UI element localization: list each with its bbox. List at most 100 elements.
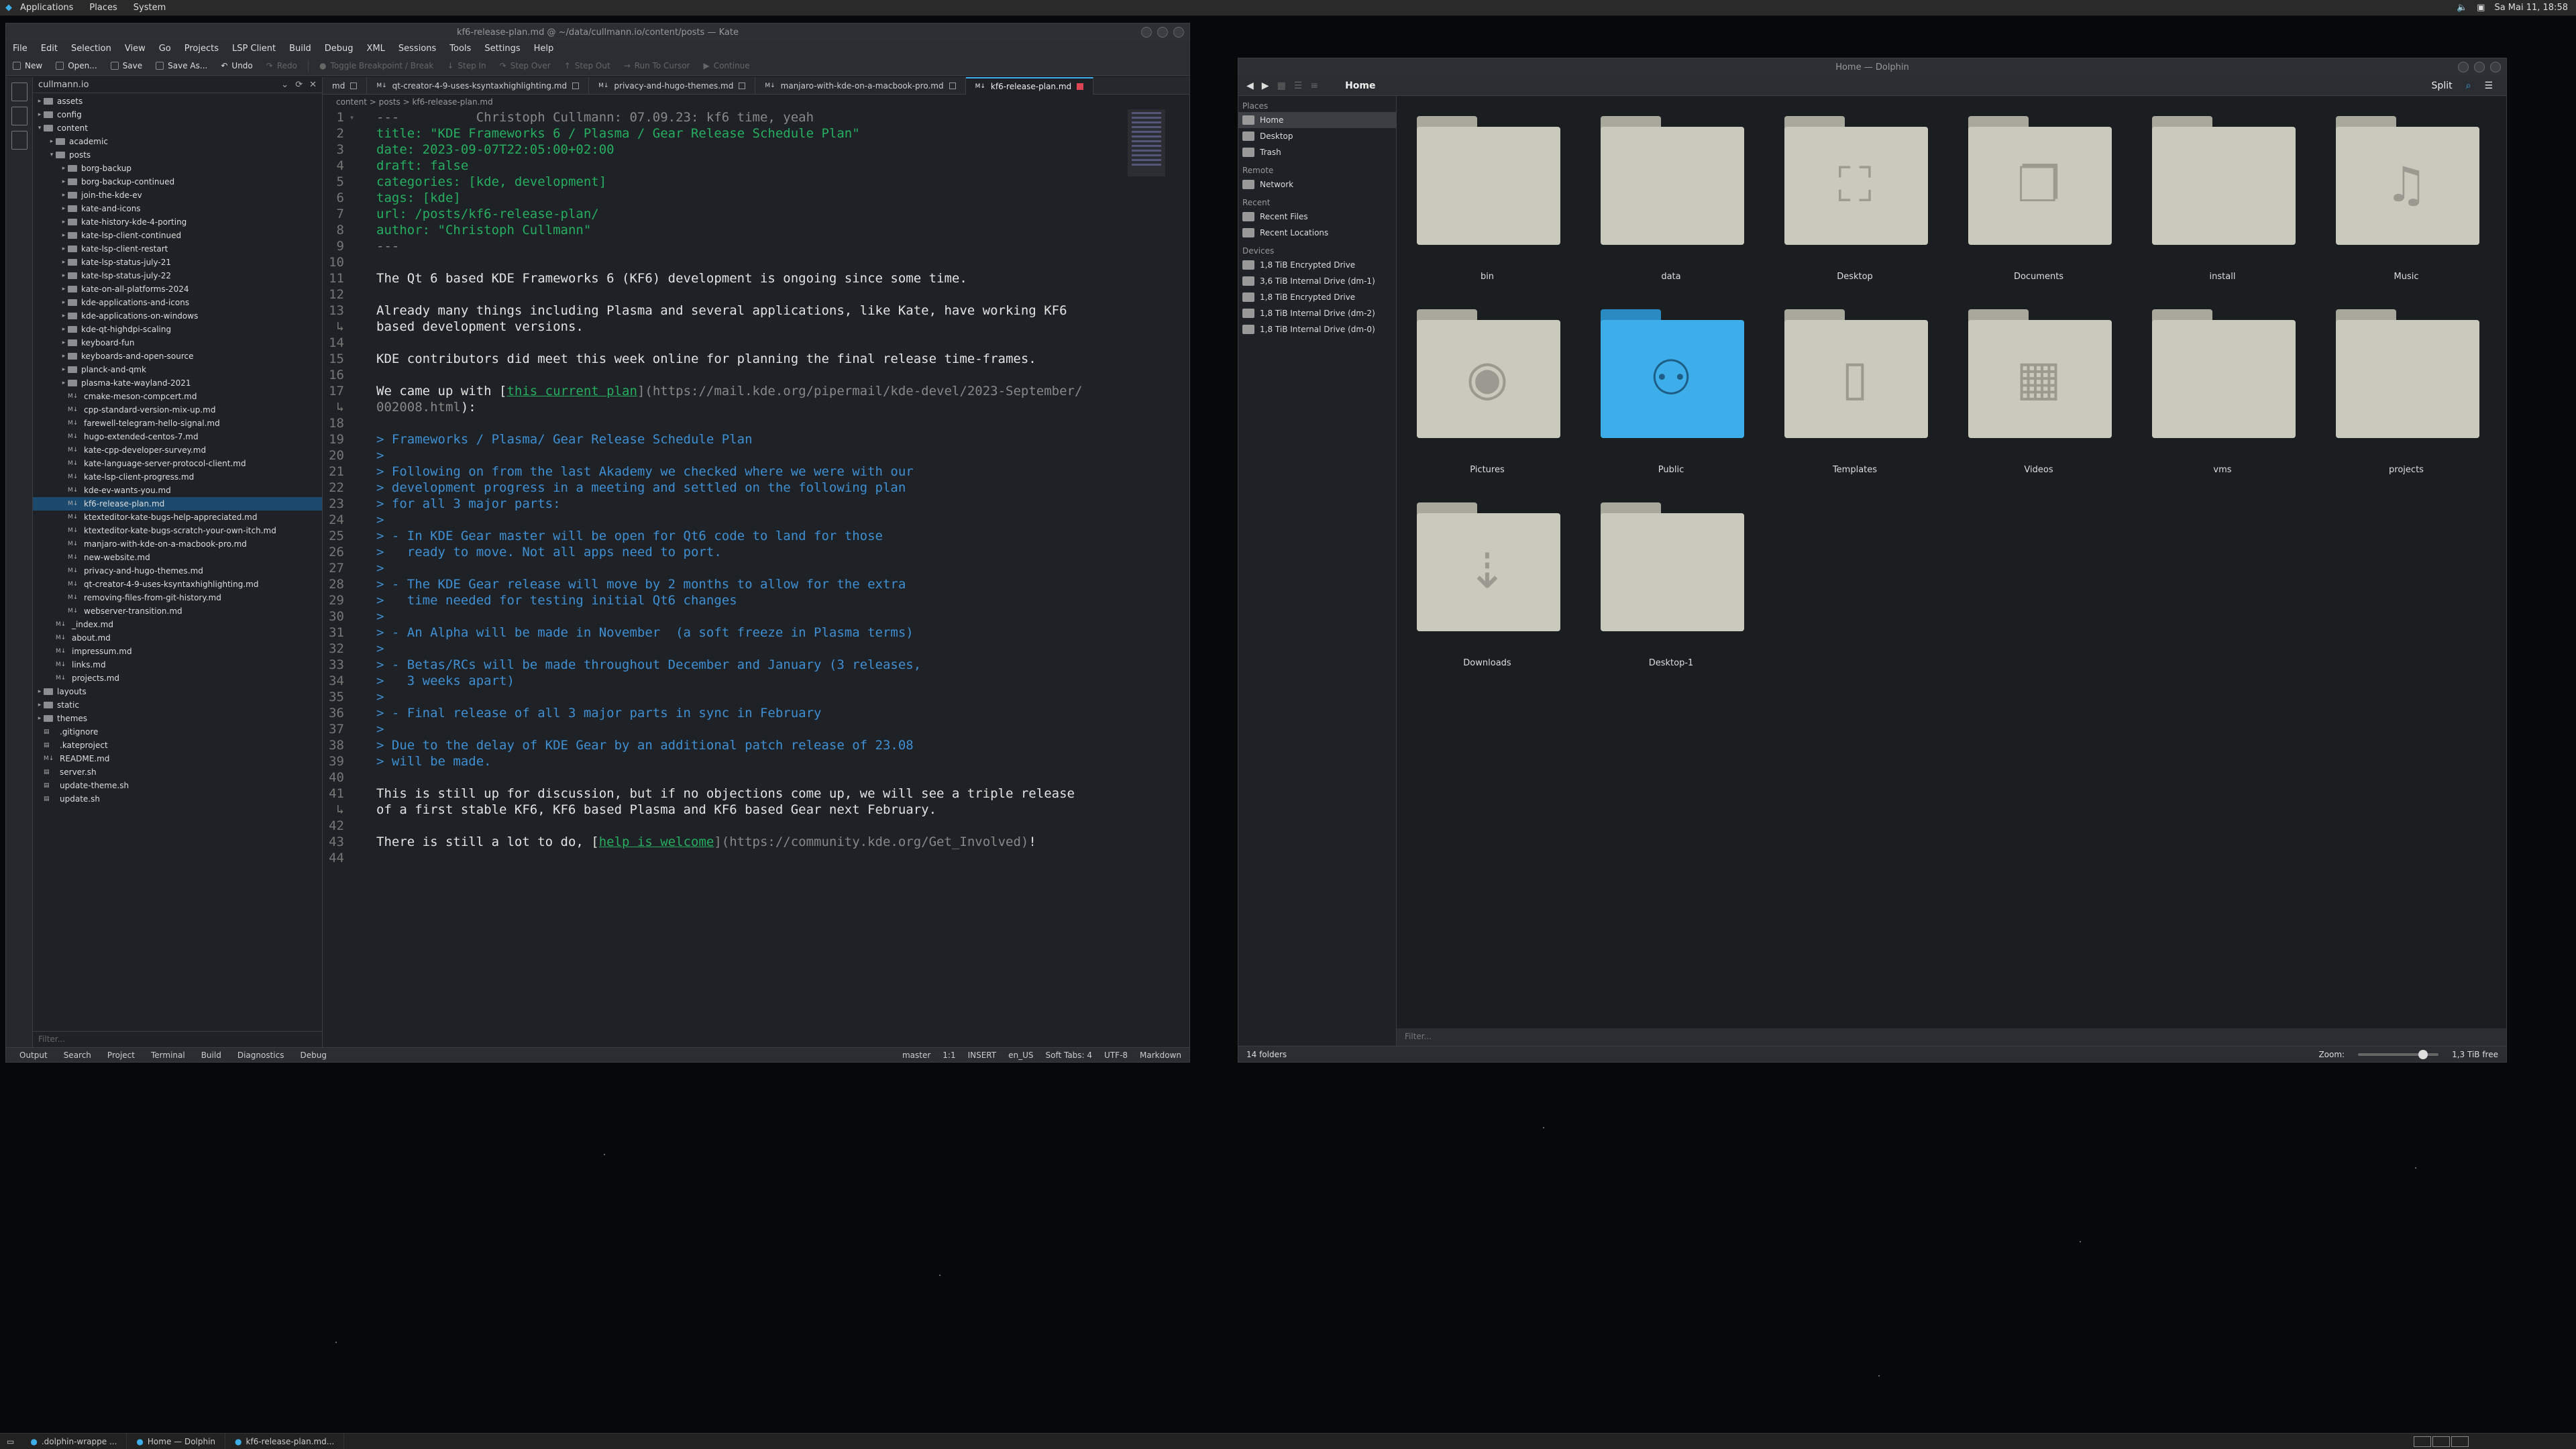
toggle-breakpoint-button[interactable]: ● Toggle Breakpoint / Break (313, 61, 440, 70)
tree-folder-item[interactable]: ▸ kate-on-all-platforms-2024 (33, 282, 322, 296)
tab-close-icon[interactable] (350, 82, 358, 89)
tab-close-icon[interactable] (949, 82, 956, 89)
places-item[interactable]: Desktop (1238, 128, 1396, 144)
tree-file-item[interactable]: M↓ impressum.md (33, 645, 322, 658)
menu-xml[interactable]: XML (360, 44, 392, 54)
menu-view[interactable]: View (118, 44, 152, 54)
redo-button[interactable]: ↷ Redo (260, 61, 304, 70)
git-branch[interactable]: master (902, 1051, 930, 1060)
volume-icon[interactable]: 🔈 (2457, 3, 2467, 13)
code-line[interactable]: 41 This is still up for discussion, but i… (323, 786, 1124, 802)
save-button[interactable]: Save (104, 61, 149, 70)
tree-file-item[interactable]: M↓ kate-cpp-developer-survey.md (33, 443, 322, 457)
close-button[interactable] (2490, 62, 2501, 72)
tree-folder-item[interactable]: ▾ content (33, 121, 322, 135)
zoom-slider[interactable] (2358, 1049, 2439, 1059)
tree-file-item[interactable]: M↓ manjaro-with-kde-on-a-macbook-pro.md (33, 537, 322, 551)
code-line[interactable]: 37 > (323, 721, 1124, 737)
folder-item[interactable]: ⛶ Desktop (1778, 116, 1932, 304)
bottom-tab-debug[interactable]: Debug (300, 1051, 326, 1060)
tree-file-item[interactable]: M↓ ktexteditor-kate-bugs-help-appreciated… (33, 511, 322, 524)
code-view[interactable]: 1 ▾ --- Christoph Cullmann: 07.09.23: kf6 … (323, 109, 1124, 1027)
tree-file-item[interactable]: ▤ .gitignore (33, 725, 322, 739)
code-line[interactable]: 1 ▾ --- Christoph Cullmann: 07.09.23: kf6 … (323, 109, 1124, 125)
code-line[interactable]: 6 tags: [kde] (323, 190, 1124, 206)
tree-folder-item[interactable]: ▸ keyboards-and-open-source (33, 350, 322, 363)
tree-folder-item[interactable]: ▸ kate-lsp-status-july-22 (33, 269, 322, 282)
tree-folder-item[interactable]: ▸ layouts (33, 685, 322, 698)
code-line[interactable]: 20 > (323, 447, 1124, 464)
view-icons-icon[interactable]: ▦ (1277, 80, 1286, 91)
taskbar-button[interactable]: ● kf6-release-plan.md... (225, 1433, 345, 1449)
menu-go[interactable]: Go (152, 44, 178, 54)
menu-build[interactable]: Build (282, 44, 318, 54)
tree-folder-item[interactable]: ▸ kde-applications-on-windows (33, 309, 322, 323)
breadcrumb[interactable]: content > posts > kf6-release-plan.md (323, 95, 1189, 109)
show-desktop-icon[interactable]: ▭ (7, 1437, 14, 1446)
folder-item[interactable]: ⇣ Downloads (1410, 502, 1564, 690)
menu-tools[interactable]: Tools (443, 44, 478, 54)
code-line[interactable]: 2 title: "KDE Frameworks 6 / Plasma / Gea… (323, 125, 1124, 142)
menu-settings[interactable]: Settings (478, 44, 527, 54)
panel-clock[interactable]: Sa Mai 11, 18:58 (2494, 3, 2568, 13)
workspace-cell[interactable] (2432, 1436, 2450, 1447)
panel-menu-applications[interactable]: Applications (12, 3, 81, 13)
tree-file-item[interactable]: M↓ links.md (33, 658, 322, 672)
folder-item[interactable]: ♫ Music (2329, 116, 2483, 304)
code-line[interactable]: ↳ based development versions. (323, 319, 1124, 335)
document-tab[interactable]: M↓ kf6-release-plan.md (965, 76, 1094, 95)
tree-file-item[interactable]: ▤ update-theme.sh (33, 779, 322, 792)
split-button[interactable]: Split (2432, 80, 2453, 91)
chevron-down-icon[interactable]: ⌄ (281, 80, 288, 90)
tree-folder-item[interactable]: ▸ kde-applications-and-icons (33, 296, 322, 309)
tree-file-item[interactable]: ▤ .kateproject (33, 739, 322, 752)
minimize-button[interactable] (1141, 27, 1152, 38)
step-over-button[interactable]: ↷ Step Over (493, 61, 557, 70)
places-item[interactable]: 1,8 TiB Encrypted Drive (1238, 289, 1396, 305)
encoding[interactable]: UTF-8 (1104, 1051, 1128, 1060)
tree-folder-item[interactable]: ▸ join-the-kde-ev (33, 189, 322, 202)
code-line[interactable]: 22 > development progress in a meeting an… (323, 480, 1124, 496)
filter-bar[interactable]: Filter... (1397, 1028, 2506, 1046)
bottom-tab-project[interactable]: Project (107, 1051, 135, 1060)
dictionary[interactable]: en_US (1008, 1051, 1033, 1060)
tree-folder-item[interactable]: ▸ borg-backup-continued (33, 175, 322, 189)
code-line[interactable]: 26 > ready to move. Not all apps need to … (323, 544, 1124, 560)
code-line[interactable]: 15 KDE contributors did meet this week on… (323, 351, 1124, 367)
places-item[interactable]: Trash (1238, 144, 1396, 160)
panel-menu-places[interactable]: Places (81, 3, 125, 13)
code-line[interactable]: 19 > Frameworks / Plasma/ Gear Release Sc… (323, 431, 1124, 447)
code-line[interactable]: 42 (323, 818, 1124, 834)
tree-folder-item[interactable]: ▸ assets (33, 95, 322, 108)
tree-file-item[interactable]: M↓ ktexteditor-kate-bugs-scratch-your-own… (33, 524, 322, 537)
code-line[interactable]: 21 > Following on from the last Akademy w… (323, 464, 1124, 480)
code-line[interactable]: 36 > - Final release of all 3 major parts… (323, 705, 1124, 721)
step-in-button[interactable]: ↓ Step In (440, 61, 492, 70)
code-line[interactable]: 39 > will be made. (323, 753, 1124, 769)
tree-file-item[interactable]: M↓ cmake-meson-compcert.md (33, 390, 322, 403)
workspace-cell[interactable] (2414, 1436, 2431, 1447)
tree-file-item[interactable]: M↓ webserver-transition.md (33, 604, 322, 618)
tree-file-item[interactable]: M↓ projects.md (33, 672, 322, 685)
folder-item[interactable]: vms (2145, 309, 2300, 497)
filesystem-panel-icon[interactable] (11, 131, 28, 150)
run-to-cursor-button[interactable]: → Run To Cursor (617, 61, 697, 70)
tree-folder-item[interactable]: ▸ planck-and-qmk (33, 363, 322, 376)
document-tab[interactable]: M↓ qt-creator-4-9-uses-ksyntaxhighlightin… (367, 76, 590, 95)
menu-debug[interactable]: Debug (318, 44, 360, 54)
tree-file-item[interactable]: M↓ hugo-extended-centos-7.md (33, 430, 322, 443)
document-tab[interactable]: md (323, 76, 368, 95)
continue-button[interactable]: ▶ Continue (696, 61, 756, 70)
menu-help[interactable]: Help (527, 44, 561, 54)
tab-close-icon[interactable] (739, 82, 746, 89)
folder-item[interactable]: data (1594, 116, 1748, 304)
code-line[interactable]: 44 (323, 850, 1124, 866)
close-button[interactable] (1173, 27, 1184, 38)
documents-panel-icon[interactable] (11, 83, 28, 101)
places-item[interactable]: Recent Locations (1238, 225, 1396, 241)
tree-folder-item[interactable]: ▸ keyboard-fun (33, 336, 322, 350)
tree-folder-item[interactable]: ▸ borg-backup (33, 162, 322, 175)
tree-file-item[interactable]: M↓ about.md (33, 631, 322, 645)
tree-folder-item[interactable]: ▸ academic (33, 135, 322, 148)
open-button[interactable]: Open... (49, 61, 104, 70)
